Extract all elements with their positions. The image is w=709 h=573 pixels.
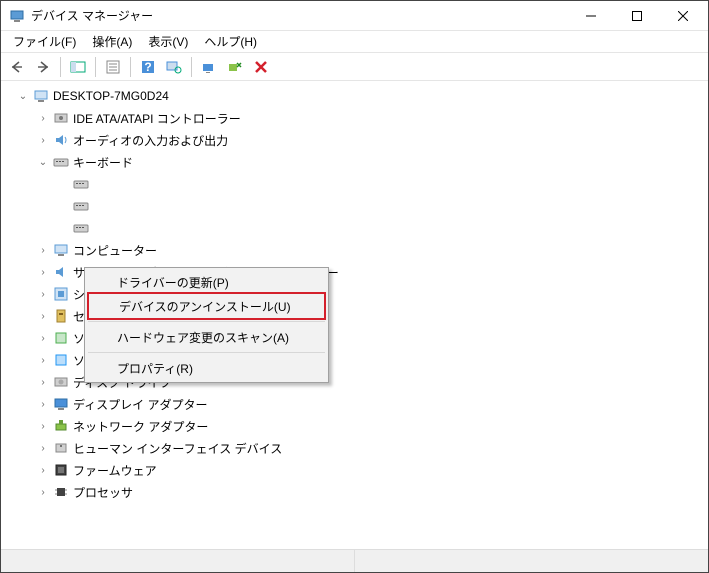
ctx-separator (88, 321, 325, 322)
tree-item[interactable]: › ディスプレイ アダプター (1, 393, 708, 415)
expand-toggle[interactable]: › (35, 396, 51, 412)
ide-icon (53, 110, 69, 126)
toolbar: ? (1, 53, 708, 81)
tree-item[interactable]: › ネットワーク アダプター (1, 415, 708, 437)
expand-toggle[interactable]: ⌄ (35, 154, 51, 170)
expand-toggle[interactable]: › (35, 462, 51, 478)
status-pane (1, 550, 355, 572)
toolbar-separator (60, 57, 61, 77)
update-driver-button[interactable] (197, 55, 221, 79)
sound-icon (53, 264, 69, 280)
security-icon (53, 308, 69, 324)
hid-icon (53, 440, 69, 456)
maximize-button[interactable] (614, 1, 660, 30)
tree-label: ファームウェア (73, 462, 157, 479)
tree-label: ヒューマン インターフェイス デバイス (73, 440, 282, 457)
tree-label: IDE ATA/ATAPI コントローラー (73, 110, 241, 127)
tree-item[interactable]: › IDE ATA/ATAPI コントローラー (1, 107, 708, 129)
tree-item[interactable] (1, 217, 708, 239)
tree-item[interactable]: › ヒューマン インターフェイス デバイス (1, 437, 708, 459)
expand-toggle[interactable]: › (35, 110, 51, 126)
expand-toggle[interactable]: › (35, 286, 51, 302)
app-icon (9, 8, 25, 24)
tree-item[interactable]: › ファームウェア (1, 459, 708, 481)
window-title: デバイス マネージャー (31, 7, 568, 24)
menu-view[interactable]: 表示(V) (140, 30, 196, 53)
tree-item[interactable] (1, 173, 708, 195)
keyboard-icon (53, 154, 69, 170)
expand-toggle[interactable]: › (35, 132, 51, 148)
tree-label: ディスプレイ アダプター (73, 396, 208, 413)
computer-icon (33, 88, 49, 104)
content-area: ⌄ DESKTOP-7MG0D24 › IDE ATA/ATAPI コントローラー… (1, 81, 708, 550)
tree-label: コンピューター (73, 242, 157, 259)
close-button[interactable] (660, 1, 706, 30)
scan-hardware-button[interactable] (162, 55, 186, 79)
device-manager-window: デバイス マネージャー ファイル(F) 操作(A) 表示(V) ヘルプ(H) ? (0, 0, 709, 573)
expand-toggle[interactable]: › (35, 242, 51, 258)
show-hide-console-button[interactable] (66, 55, 90, 79)
properties-button[interactable] (101, 55, 125, 79)
menu-help[interactable]: ヘルプ(H) (196, 30, 265, 53)
disable-device-button[interactable] (249, 55, 273, 79)
toolbar-separator (191, 57, 192, 77)
toolbar-separator (130, 57, 131, 77)
expand-toggle[interactable]: › (35, 374, 51, 390)
tree-item[interactable]: ⌄ キーボード (1, 151, 708, 173)
tree-label: プロセッサ (73, 484, 133, 501)
ctx-update-driver[interactable]: ドライバーの更新(P) (87, 270, 326, 294)
tree-label: キーボード (73, 154, 133, 171)
toolbar-separator (95, 57, 96, 77)
context-menu: ドライバーの更新(P) デバイスのアンインストール(U) ハードウェア変更のスキ… (84, 267, 329, 383)
status-pane (355, 550, 708, 572)
swdev-icon (53, 352, 69, 368)
tree-item[interactable]: › オーディオの入力および出力 (1, 129, 708, 151)
expand-toggle[interactable]: › (35, 484, 51, 500)
disk-icon (53, 374, 69, 390)
keyboard-icon (73, 176, 89, 192)
tree-item[interactable]: › プロセッサ (1, 481, 708, 503)
expand-toggle[interactable]: › (35, 418, 51, 434)
tree-item[interactable] (1, 195, 708, 217)
expand-toggle[interactable]: › (35, 440, 51, 456)
menu-action[interactable]: 操作(A) (84, 30, 140, 53)
menubar: ファイル(F) 操作(A) 表示(V) ヘルプ(H) (1, 31, 708, 53)
keyboard-icon (73, 220, 89, 236)
tree-root[interactable]: ⌄ DESKTOP-7MG0D24 (1, 85, 708, 107)
swcomp-icon (53, 330, 69, 346)
help-button[interactable]: ? (136, 55, 160, 79)
expand-toggle[interactable]: › (35, 330, 51, 346)
system-icon (53, 286, 69, 302)
expand-toggle[interactable]: › (35, 352, 51, 368)
menu-file[interactable]: ファイル(F) (5, 30, 84, 53)
tree-item[interactable]: › コンピューター (1, 239, 708, 261)
status-bar (1, 550, 708, 572)
ctx-uninstall-device[interactable]: デバイスのアンインストール(U) (89, 294, 324, 318)
tree-label: オーディオの入力および出力 (73, 132, 228, 149)
uninstall-device-button[interactable] (223, 55, 247, 79)
cpu-icon (53, 484, 69, 500)
expand-toggle[interactable]: ⌄ (15, 88, 31, 104)
ctx-separator (88, 352, 325, 353)
network-icon (53, 418, 69, 434)
ctx-scan-hardware[interactable]: ハードウェア変更のスキャン(A) (87, 325, 326, 349)
keyboard-icon (73, 198, 89, 214)
svg-text:?: ? (144, 60, 151, 74)
minimize-button[interactable] (568, 1, 614, 30)
forward-button[interactable] (31, 55, 55, 79)
window-buttons (568, 1, 706, 30)
tree-label: DESKTOP-7MG0D24 (53, 89, 169, 103)
expand-toggle[interactable]: › (35, 264, 51, 280)
titlebar: デバイス マネージャー (1, 1, 708, 31)
back-button[interactable] (5, 55, 29, 79)
display-icon (53, 396, 69, 412)
computer-icon (53, 242, 69, 258)
audio-icon (53, 132, 69, 148)
ctx-properties[interactable]: プロパティ(R) (87, 356, 326, 380)
expand-toggle[interactable]: › (35, 308, 51, 324)
tree-label: ネットワーク アダプター (73, 418, 208, 435)
firmware-icon (53, 462, 69, 478)
